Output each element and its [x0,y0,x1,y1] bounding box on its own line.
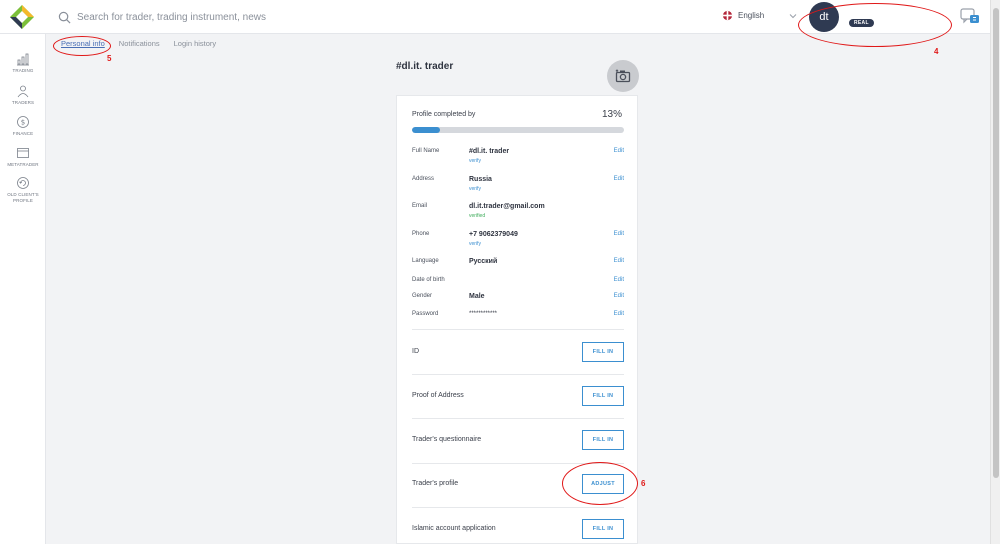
page-title: #dl.it. trader [396,61,454,72]
field-value: ************ [469,311,498,317]
edit-password-link[interactable]: Edit [614,311,624,317]
document-row-proof-of-address: Proof of Address FILL IN [412,386,624,406]
chat-icon[interactable] [960,7,980,25]
field-value: dl.it.trader@gmail.com [469,203,545,210]
chart-icon [17,53,29,66]
annotation-number: 4 [934,47,939,56]
people-icon [17,85,29,98]
document-row-questionnaire: Trader's questionnaire FILL IN [412,430,624,450]
sidebar-item-label: METATRADER [7,162,39,167]
sidebar-item-finance[interactable]: $ FINANCE [0,115,46,137]
profile-completed-percent: 13% [601,109,622,120]
profile-completed-label: Profile completed by [412,111,476,118]
fill-in-questionnaire-button[interactable]: FILL IN [582,430,624,450]
page-scrollbar[interactable] [990,0,1000,544]
language-label: English [738,11,765,20]
camera-icon [615,69,631,83]
field-value: Русский [469,258,498,265]
document-row-id: ID FILL IN [412,342,624,362]
edit-address-link[interactable]: Edit [614,176,624,182]
field-label: Phone [412,231,430,237]
edit-gender-link[interactable]: Edit [614,293,624,299]
sidebar-item-trading[interactable]: TRADING [0,52,46,74]
fill-in-id-button[interactable]: FILL IN [582,342,624,362]
document-label: ID [412,348,419,355]
sidebar-item-label: TRADING [12,68,34,73]
refresh-icon [17,177,29,189]
edit-full-name-link[interactable]: Edit [614,148,624,154]
globe-icon [722,10,733,21]
divider [412,418,624,419]
fill-in-islamic-account-button[interactable]: FILL IN [582,519,624,539]
tab-login-history[interactable]: Login history [174,39,217,48]
field-value: +7 9062379049 [469,231,518,238]
field-label: Email [412,203,428,209]
field-value: #dl.it. trader [469,148,510,155]
edit-date-of-birth-link[interactable]: Edit [614,277,624,283]
sidebar-item-traders[interactable]: TRADERS [0,84,46,106]
profile-progress-bar [412,127,624,133]
field-label: Address [412,176,435,182]
field-label: Full Name [412,148,440,154]
profile-progress-fill [412,127,440,133]
annotation-ellipse-personal-info [53,36,111,56]
verify-link[interactable]: verify [469,241,481,247]
annotation-number: 6 [641,479,646,488]
document-label: Proof of Address [412,392,464,399]
field-label: Language [412,258,439,264]
verify-link[interactable]: verify [469,186,481,192]
fill-in-proof-of-address-button[interactable]: FILL IN [582,386,624,406]
divider [412,507,624,508]
window-icon [17,148,29,158]
chevron-down-icon[interactable] [789,12,797,20]
document-label: Trader's profile [412,480,459,487]
search-input[interactable]: Search for trader, trading instrument, n… [77,12,266,23]
sidebar-item-metatrader[interactable]: METATRADER [0,146,46,168]
verified-status: verified [469,213,486,219]
annotation-number: 5 [107,54,112,63]
coin-icon: $ [17,116,29,128]
search-bar[interactable]: Search for trader, trading instrument, n… [58,0,266,34]
tab-notifications[interactable]: Notifications [119,39,160,48]
field-label: Password [412,311,439,317]
verify-link[interactable]: verify [469,158,481,164]
field-label: Gender [412,293,433,299]
divider [412,329,624,330]
logo-icon[interactable] [9,4,35,30]
sidebar: TRADING TRADERS $ FINANCE METATRADER OLD… [0,34,46,544]
document-row-islamic-account: Islamic account application FILL IN [412,519,624,539]
scrollbar-thumb[interactable] [993,8,999,478]
divider [412,374,624,375]
annotation-ellipse-adjust [562,462,638,505]
field-value: Russia [469,176,492,183]
sidebar-item-label: OLD CLIENT'S PROFILE [7,192,39,203]
sidebar-item-label: FINANCE [12,131,34,136]
language-selector[interactable]: English [722,10,764,21]
annotation-ellipse-account [798,3,952,47]
document-label: Islamic account application [412,525,496,532]
sidebar-item-label: TRADERS [11,100,35,105]
document-label: Trader's questionnaire [412,436,482,443]
search-icon [58,11,71,23]
upload-photo-button[interactable] [607,60,639,92]
svg-text:$: $ [21,119,25,127]
field-label: Date of birth [412,277,445,283]
edit-phone-link[interactable]: Edit [614,231,624,237]
edit-language-link[interactable]: Edit [614,258,624,264]
sidebar-item-old-clients-profile[interactable]: OLD CLIENT'S PROFILE [0,176,46,203]
field-value: Male [469,293,485,300]
